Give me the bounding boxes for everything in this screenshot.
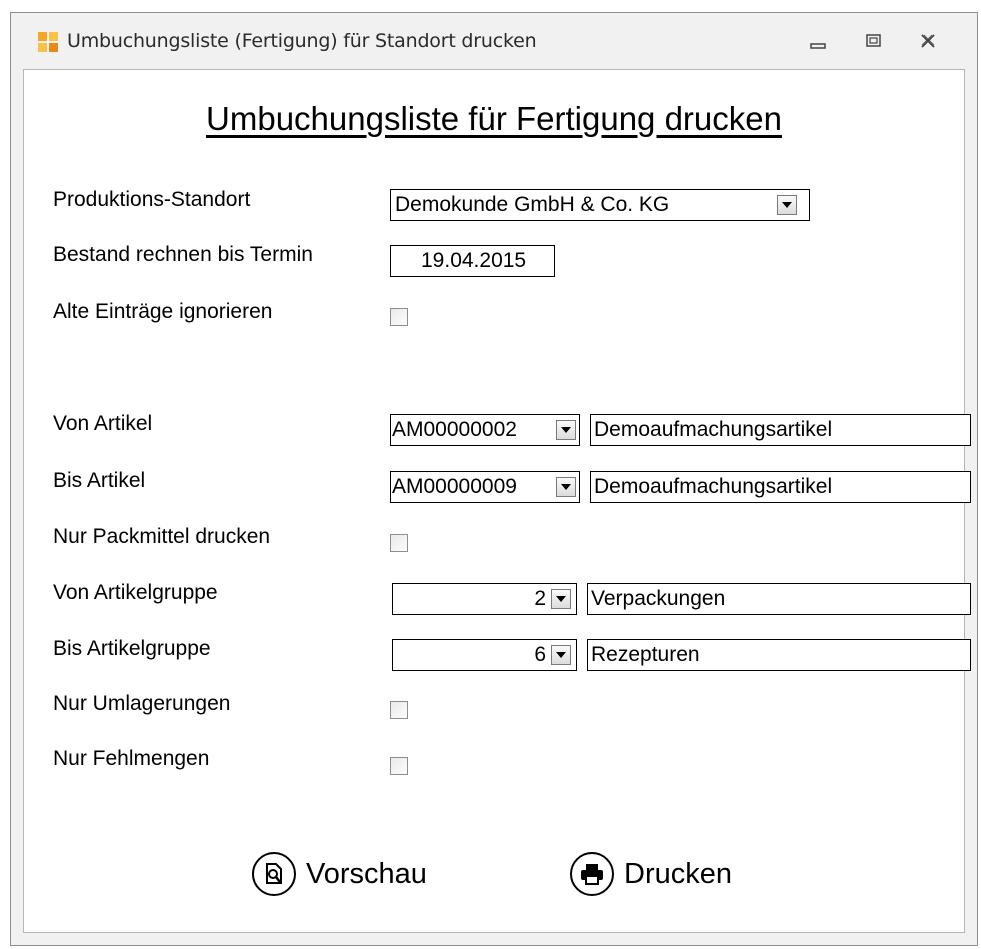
window-title: Umbuchungsliste (Fertigung) für Standort… — [67, 30, 537, 52]
produktions-standort-label: Produktions-Standort — [53, 188, 251, 211]
print-label: Drucken — [624, 857, 732, 890]
von-artikelgruppe-label: Von Artikelgruppe — [53, 581, 218, 604]
dialog-content: Umbuchungsliste für Fertigung drucken Pr… — [23, 69, 971, 933]
produktions-standort-value: Demokunde GmbH & Co. KG — [395, 193, 670, 216]
alte-eintraege-checkbox[interactable] — [390, 308, 408, 326]
von-artikelgruppe-select[interactable]: 2 — [392, 583, 577, 615]
von-artikelgruppe-code: 2 — [534, 587, 546, 610]
preview-icon — [252, 852, 296, 896]
chevron-down-icon[interactable] — [556, 477, 576, 497]
bis-artikel-label: Bis Artikel — [53, 469, 146, 492]
nur-fehlmengen-label: Nur Fehlmengen — [53, 747, 210, 770]
von-artikelgruppe-description: Verpackungen — [587, 583, 971, 615]
nur-packmittel-label: Nur Packmittel drucken — [53, 525, 271, 548]
maximize-icon[interactable] — [857, 27, 891, 57]
von-artikel-code: AM00000002 — [392, 418, 517, 441]
chevron-down-icon[interactable] — [777, 195, 797, 215]
bis-artikel-description: Demoaufmachungsartikel — [590, 471, 971, 503]
bis-artikelgruppe-select[interactable]: 6 — [392, 639, 577, 671]
bis-artikel-select[interactable]: AM00000009 — [390, 471, 580, 503]
printer-icon — [570, 852, 614, 896]
bestand-termin-label: Bestand rechnen bis Termin — [53, 243, 313, 266]
von-artikel-description: Demoaufmachungsartikel — [590, 414, 971, 446]
title-bar: Umbuchungsliste (Fertigung) für Standort… — [11, 13, 977, 69]
bis-artikel-code: AM00000009 — [392, 475, 517, 498]
bis-artikelgruppe-description: Rezepturen — [587, 639, 971, 671]
preview-label: Vorschau — [306, 857, 427, 890]
von-artikel-select[interactable]: AM00000002 — [390, 414, 580, 446]
bestand-termin-input[interactable]: 19.04.2015 — [390, 245, 555, 277]
chevron-down-icon[interactable] — [551, 589, 571, 609]
page-title: Umbuchungsliste für Fertigung drucken — [206, 100, 782, 137]
dialog-window: Umbuchungsliste (Fertigung) für Standort… — [10, 12, 978, 946]
minimize-icon[interactable] — [801, 27, 835, 57]
nur-fehlmengen-checkbox[interactable] — [390, 757, 408, 775]
von-artikel-label: Von Artikel — [53, 412, 153, 435]
produktions-standort-select[interactable]: Demokunde GmbH & Co. KG — [390, 189, 810, 221]
nur-umlagerungen-label: Nur Umlagerungen — [53, 692, 231, 715]
print-button[interactable]: Drucken — [570, 852, 732, 896]
close-icon[interactable] — [911, 27, 945, 57]
chevron-down-icon[interactable] — [556, 420, 576, 440]
bis-artikelgruppe-label: Bis Artikelgruppe — [53, 637, 211, 660]
chevron-down-icon[interactable] — [551, 645, 571, 665]
nur-umlagerungen-checkbox[interactable] — [390, 701, 408, 719]
bis-artikelgruppe-code: 6 — [534, 643, 546, 666]
app-icon — [38, 32, 58, 52]
alte-eintraege-label: Alte Einträge ignorieren — [53, 300, 273, 323]
nur-packmittel-checkbox[interactable] — [390, 534, 408, 552]
preview-button[interactable]: Vorschau — [252, 852, 427, 896]
